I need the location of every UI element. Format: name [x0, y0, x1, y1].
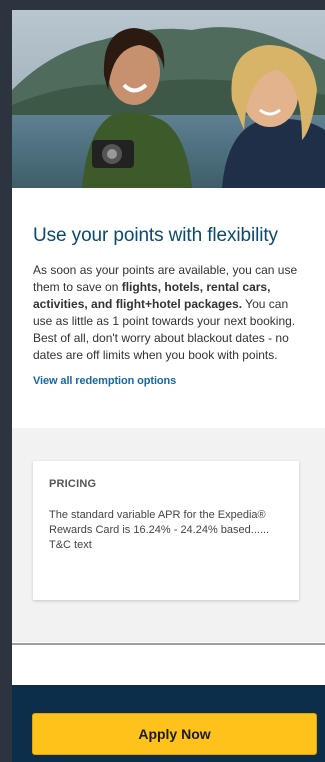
section-description: As soon as your points are available, yo…	[33, 262, 307, 364]
pricing-apr-text: The standard variable APR for the Expedi…	[49, 508, 283, 553]
hero-photo-illustration	[12, 10, 325, 188]
divider	[12, 643, 325, 645]
apply-now-button[interactable]: Apply Now	[32, 713, 317, 755]
terms-text: T&C text	[49, 539, 92, 551]
redemption-section: Use your points with flexibility As soon…	[12, 188, 325, 428]
pricing-band: PRICING The standard variable APR for th…	[12, 428, 325, 642]
hero-image	[12, 10, 325, 188]
view-redemption-options-link[interactable]: View all redemption options	[33, 375, 176, 387]
section-title: Use your points with flexibility	[33, 225, 278, 246]
pricing-card: PRICING The standard variable APR for th…	[33, 461, 299, 600]
pricing-heading: PRICING	[49, 478, 97, 490]
card-frame: Use your points with flexibility As soon…	[12, 10, 325, 762]
apr-disclosure: The standard variable APR for the Expedi…	[49, 509, 270, 536]
sticky-footer: Apply Now	[12, 685, 325, 762]
